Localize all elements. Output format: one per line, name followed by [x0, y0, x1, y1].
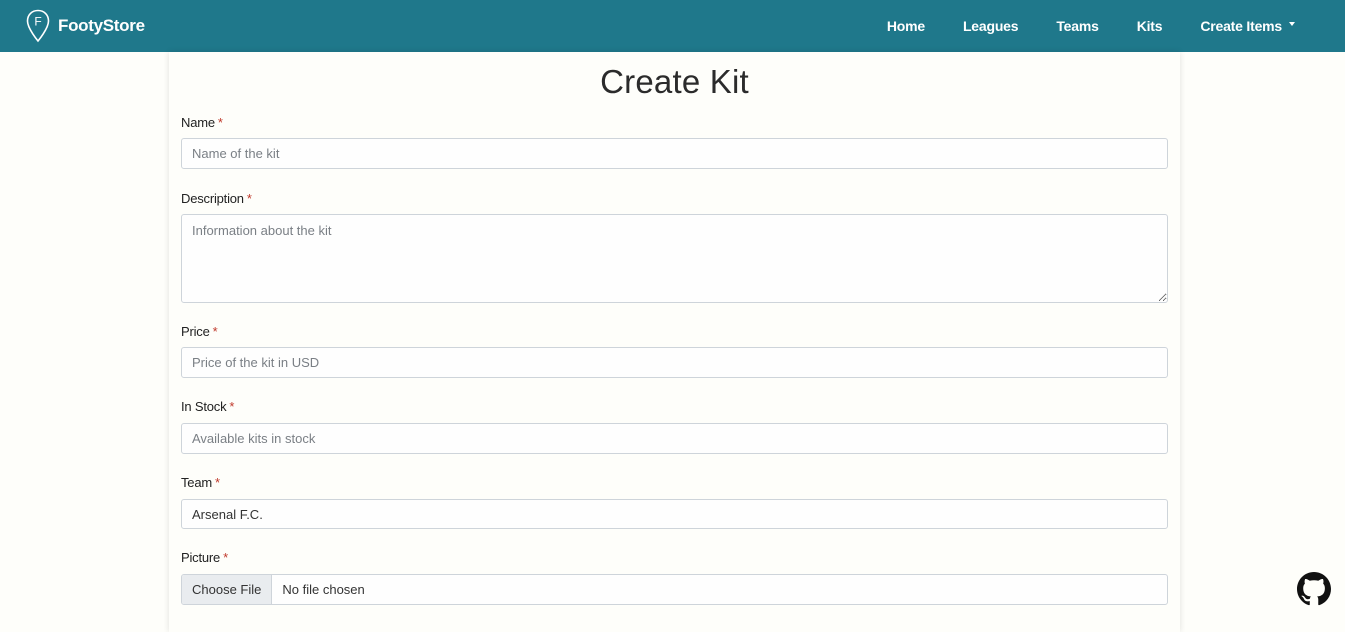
required-marker: * — [215, 475, 220, 490]
price-field: Price * — [181, 324, 1168, 378]
picture-field: Picture * Choose File No file chosen — [181, 550, 1168, 605]
caret-down-icon — [1289, 22, 1295, 26]
price-label-text: Price — [181, 324, 210, 339]
file-status-text: No file chosen — [282, 582, 365, 597]
name-label: Name * — [181, 115, 1168, 130]
description-label: Description * — [181, 191, 1168, 206]
team-selected-value: Arsenal F.C. — [192, 506, 263, 522]
create-items-label: Create Items — [1200, 18, 1282, 34]
brand-icon-letter: F — [34, 15, 41, 29]
brand-name: FootyStore — [58, 16, 145, 35]
price-input[interactable] — [181, 347, 1168, 378]
nav-links: Home Leagues Teams Kits Create Items — [868, 0, 1319, 52]
required-marker: * — [217, 115, 223, 130]
required-marker: * — [246, 191, 252, 206]
description-field: Description * — [181, 191, 1168, 303]
create-kit-card: Create Kit Name* Description* Price* In … — [169, 52, 1180, 632]
picture-label: Picture * — [181, 550, 1168, 565]
choose-file-button[interactable]: Choose File — [182, 575, 273, 604]
picture-label-text: Picture — [181, 550, 221, 565]
in-stock-input[interactable] — [181, 423, 1168, 454]
team-label-text: Team — [181, 475, 212, 490]
github-icon[interactable] — [1297, 572, 1331, 606]
required-marker: * — [212, 324, 218, 339]
in-stock-label: In Stock * — [181, 399, 1168, 414]
required-marker: * — [229, 399, 235, 414]
team-field: Team * Arsenal F.C. — [181, 475, 1168, 529]
description-label-text: Description — [181, 191, 244, 206]
nav-link-leagues[interactable]: Leagues — [944, 18, 1037, 34]
team-select[interactable]: Arsenal F.C. — [181, 499, 1168, 529]
location-pin-icon: F — [26, 9, 50, 43]
team-label: Team * — [181, 475, 1168, 490]
nav-link-home[interactable]: Home — [868, 18, 944, 34]
picture-file-input[interactable]: Choose File No file chosen — [181, 574, 1168, 605]
price-label: Price * — [181, 324, 1168, 339]
top-navbar: F FootyStore Home Leagues Teams Kits Cre… — [0, 0, 1345, 52]
nav-link-kits[interactable]: Kits — [1118, 18, 1182, 34]
description-textarea[interactable] — [181, 214, 1168, 303]
name-input[interactable] — [181, 138, 1168, 169]
page-title: Create Kit — [600, 63, 749, 100]
name-label-text: Name — [181, 115, 215, 130]
in-stock-label-text: In Stock — [181, 399, 227, 414]
nav-link-teams[interactable]: Teams — [1037, 18, 1117, 34]
in-stock-field: In Stock * — [181, 399, 1168, 454]
name-field: Name * — [181, 115, 1168, 169]
required-marker: * — [223, 550, 228, 565]
brand-link[interactable]: F FootyStore — [26, 9, 145, 43]
nav-link-create-items[interactable]: Create Items — [1181, 18, 1319, 34]
